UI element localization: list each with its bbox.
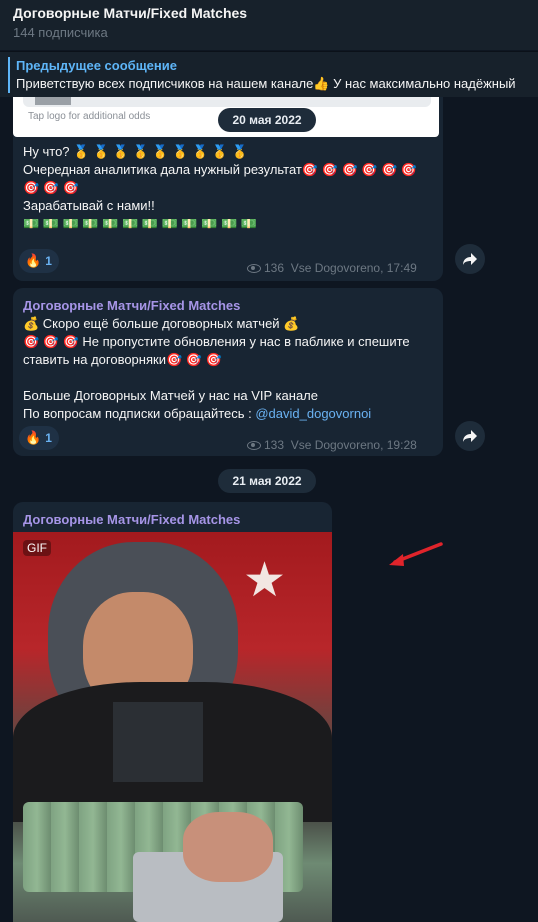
- gif-badge: GIF: [23, 540, 51, 556]
- message-line: Ну что? 🥇 🥇 🥇 🥇 🥇 🥇 🥇 🥇 🥇: [23, 144, 248, 159]
- message-line: 💰 Скоро ещё больше договорных матчей 💰: [23, 316, 300, 331]
- share-button[interactable]: [455, 244, 485, 274]
- fire-icon: 🔥: [25, 430, 42, 445]
- signature-time: Vse Dogovoreno, 19:28: [290, 438, 417, 452]
- message-line: 🎯 🎯 🎯: [23, 180, 79, 195]
- view-count: 133: [264, 438, 285, 452]
- message-meta: 133 Vse Dogovoreno, 19:28: [247, 438, 417, 452]
- view-count: 136: [264, 261, 285, 275]
- preview-hint: Tap logo for additional odds: [28, 111, 151, 122]
- preview-logo[interactable]: [35, 97, 71, 105]
- message-line: Очередная аналитика дала нужный результа…: [23, 162, 418, 177]
- message-line: Больше Договорных Матчей у нас на VIP ка…: [23, 388, 318, 403]
- message-bubble[interactable]: Договорные Матчи/Fixed Matches 💰 Скоро е…: [13, 288, 443, 456]
- message-line: По вопросам подписки обращайтесь : @davi…: [23, 405, 371, 423]
- share-button[interactable]: [455, 421, 485, 451]
- message-line: ставить на договорняки🎯 🎯 🎯: [23, 352, 222, 367]
- pinned-indicator: [8, 57, 10, 93]
- message-line: 💵 💵 💵 💵 💵 💵 💵 💵 💵 💵 💵 💵: [23, 216, 257, 231]
- subscriber-count: 144 подписчика: [13, 25, 108, 40]
- red-arrow-annotation: [389, 542, 443, 566]
- channel-header[interactable]: Договорные Матчи/Fixed Matches 144 подпи…: [0, 0, 538, 50]
- preview-strip: [23, 97, 431, 107]
- signature-time: Vse Dogovoreno, 17:49: [290, 261, 417, 275]
- share-arrow-icon: [463, 253, 477, 265]
- fire-icon: 🔥: [25, 253, 42, 268]
- message-author[interactable]: Договорные Матчи/Fixed Matches: [23, 512, 240, 527]
- message-line: Зарабатывай с нами!!: [23, 198, 155, 213]
- eye-icon: [247, 441, 261, 450]
- gif-figure-shirt: [113, 702, 203, 782]
- gif-hand: [183, 812, 273, 882]
- reaction-button[interactable]: 🔥 1: [19, 249, 59, 273]
- mention-link[interactable]: @david_dogovornoi: [255, 406, 371, 421]
- pinned-title: Предыдущее сообщение: [16, 58, 177, 73]
- message-bubble[interactable]: Договорные Матчи/Fixed Matches ★ GIF: [13, 502, 332, 922]
- channel-title[interactable]: Договорные Матчи/Fixed Matches: [13, 5, 247, 21]
- date-pill: 20 мая 2022: [218, 108, 316, 132]
- message-meta: 136 Vse Dogovoreno, 17:49: [247, 261, 417, 275]
- message-author[interactable]: Договорные Матчи/Fixed Matches: [23, 298, 240, 313]
- pinned-message-bar[interactable]: Предыдущее сообщение Приветствую всех по…: [0, 51, 538, 97]
- flag-star-icon: ★: [243, 554, 287, 607]
- date-pill: 21 мая 2022: [218, 469, 316, 493]
- reaction-count: 1: [45, 254, 52, 268]
- share-arrow-icon: [463, 430, 477, 442]
- pinned-text: Приветствую всех подписчиков на нашем ка…: [16, 76, 516, 91]
- reaction-button[interactable]: 🔥 1: [19, 426, 59, 450]
- message-line-text: По вопросам подписки обращайтесь :: [23, 406, 256, 421]
- reaction-count: 1: [45, 431, 52, 445]
- eye-icon: [247, 264, 261, 273]
- message-line: 🎯 🎯 🎯 Не пропустите обновления у нас в п…: [23, 334, 410, 349]
- gif-media[interactable]: ★ GIF: [13, 532, 332, 922]
